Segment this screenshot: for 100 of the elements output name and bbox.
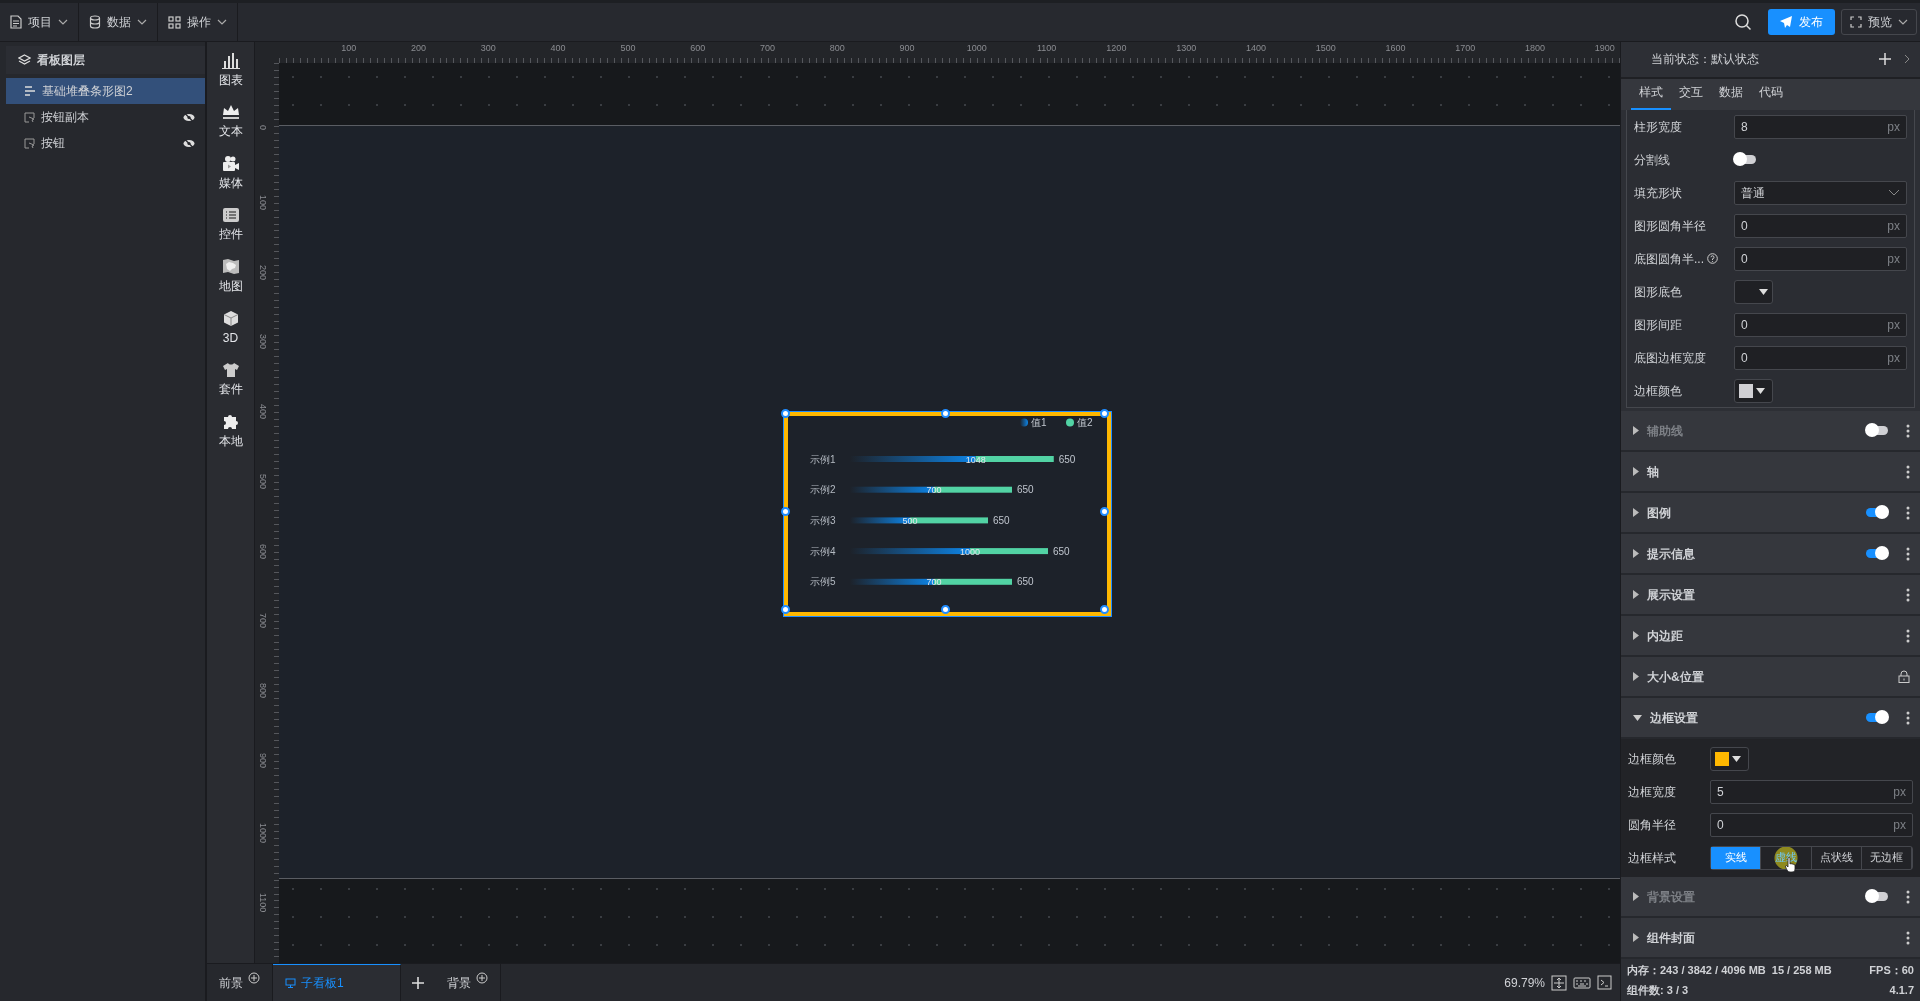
- more-icon[interactable]: [1906, 710, 1910, 725]
- inspector-tab[interactable]: 交互: [1671, 83, 1711, 110]
- layer-item[interactable]: 按钮副本: [6, 104, 205, 130]
- segment-option[interactable]: 无边框: [1861, 846, 1912, 869]
- ruler-label: 1700: [1455, 42, 1476, 55]
- toggle-switch[interactable]: [1866, 508, 1888, 517]
- category-label: 示例5: [810, 576, 836, 588]
- number-input[interactable]: 0 px: [1734, 312, 1907, 337]
- resize-handle[interactable]: [781, 409, 790, 418]
- data-menu[interactable]: 数据: [79, 3, 158, 41]
- field-label: 边框颜色: [1628, 750, 1676, 768]
- board-tab[interactable]: 子看板1: [273, 963, 401, 1001]
- keyboard-icon[interactable]: [1573, 975, 1591, 990]
- number-input[interactable]: 5 px: [1710, 779, 1913, 804]
- toggle-switch[interactable]: [1866, 713, 1888, 722]
- ruler-label: 400: [257, 404, 269, 420]
- cursor-box-icon: [24, 111, 35, 123]
- data-label: 650: [1017, 576, 1034, 588]
- chevron-right-icon[interactable]: [1904, 54, 1910, 65]
- caret-right-icon[interactable]: [1633, 590, 1639, 599]
- resize-handle[interactable]: [1100, 409, 1109, 418]
- layer-item[interactable]: 按钮: [6, 130, 205, 156]
- component-button[interactable]: 地图: [218, 258, 243, 295]
- more-icon[interactable]: [1906, 587, 1910, 602]
- select-field[interactable]: 普通: [1734, 180, 1907, 205]
- terminal-icon[interactable]: [1597, 975, 1612, 990]
- toggle-switch[interactable]: [1866, 549, 1888, 558]
- color-picker[interactable]: [1734, 378, 1773, 403]
- component-button[interactable]: 套件: [218, 362, 243, 398]
- preview-button[interactable]: 预览: [1841, 9, 1917, 35]
- fit-screen-icon[interactable]: [1551, 974, 1567, 991]
- document-icon: [10, 15, 22, 29]
- inspector-tab[interactable]: 数据: [1711, 83, 1751, 110]
- number-input[interactable]: 0 px: [1734, 213, 1907, 238]
- more-icon[interactable]: [1906, 464, 1910, 479]
- hidden-eye-icon[interactable]: [183, 112, 195, 122]
- chart-widget[interactable]: 值1 值2 示例1 1048 650 示例2 700 650 示例3 500 650 示例4 1000 650 示例5 700 650: [784, 412, 1111, 616]
- layer-item[interactable]: 基础堆叠条形图2: [6, 78, 205, 104]
- color-picker[interactable]: [1734, 279, 1773, 304]
- more-icon[interactable]: [1906, 423, 1910, 438]
- resize-handle[interactable]: [781, 507, 790, 516]
- ruler-label: 300: [480, 42, 496, 55]
- more-icon[interactable]: [1906, 546, 1910, 561]
- more-icon[interactable]: [1906, 505, 1910, 520]
- more-icon[interactable]: [1906, 930, 1910, 945]
- data-label: 500: [902, 515, 918, 526]
- component-button[interactable]: 图表: [218, 52, 243, 89]
- segment-option[interactable]: 点状线: [1811, 846, 1862, 869]
- component-button[interactable]: 控件: [218, 207, 243, 243]
- number-input[interactable]: 8 px: [1734, 114, 1907, 139]
- toggle-switch[interactable]: [1734, 155, 1756, 164]
- caret-right-icon[interactable]: [1633, 549, 1639, 558]
- add-icon[interactable]: [1878, 52, 1892, 67]
- caret-right-icon[interactable]: [1633, 631, 1639, 640]
- toggle-switch[interactable]: [1866, 892, 1888, 901]
- add-circle-icon[interactable]: [248, 971, 260, 984]
- ruler-label: 900: [257, 753, 269, 769]
- lock-icon[interactable]: [1898, 670, 1910, 683]
- component-button[interactable]: 本地: [218, 413, 243, 450]
- inspector-tab[interactable]: 代码: [1751, 83, 1791, 110]
- number-input[interactable]: 0 px: [1710, 812, 1913, 837]
- caret-right-icon[interactable]: [1633, 508, 1639, 517]
- resize-handle[interactable]: [781, 605, 790, 614]
- resize-handle[interactable]: [1100, 507, 1109, 516]
- component-button[interactable]: 媒体: [218, 155, 243, 192]
- toggle-switch[interactable]: [1866, 426, 1888, 435]
- ruler-label: 1200: [1106, 42, 1127, 55]
- color-picker[interactable]: [1710, 746, 1749, 771]
- resize-handle[interactable]: [940, 605, 950, 614]
- project-menu[interactable]: 项目: [0, 3, 79, 41]
- memory-usage: 15 / 258 MB: [1771, 963, 1832, 978]
- board-tab[interactable]: 背景: [435, 963, 501, 1001]
- add-icon[interactable]: [411, 975, 425, 990]
- ruler-label: 200: [257, 264, 269, 280]
- category-label: 示例2: [810, 484, 836, 496]
- operations-menu[interactable]: 操作: [158, 3, 238, 41]
- field-label: 边框宽度: [1628, 783, 1676, 801]
- more-icon[interactable]: [1906, 889, 1910, 904]
- data-label: 1000: [960, 546, 980, 557]
- caret-icon: [1898, 19, 1908, 25]
- help-icon[interactable]: [1707, 253, 1718, 264]
- more-icon[interactable]: [1906, 628, 1910, 643]
- add-circle-icon[interactable]: [476, 971, 488, 984]
- hidden-eye-icon[interactable]: [183, 138, 195, 148]
- caret-right-icon[interactable]: [1633, 892, 1639, 901]
- number-input[interactable]: 0 px: [1734, 345, 1907, 370]
- component-button[interactable]: 文本: [218, 104, 243, 140]
- caret-down-icon[interactable]: [1633, 714, 1642, 721]
- caret-right-icon[interactable]: [1633, 426, 1639, 435]
- caret-right-icon[interactable]: [1633, 933, 1639, 942]
- caret-right-icon[interactable]: [1633, 672, 1639, 681]
- data-label: 650: [1017, 484, 1034, 496]
- number-input[interactable]: 0 px: [1734, 246, 1907, 271]
- caret-right-icon[interactable]: [1633, 467, 1639, 476]
- cube-icon: [222, 310, 239, 327]
- search-icon[interactable]: [1734, 13, 1752, 31]
- resize-handle[interactable]: [940, 409, 950, 418]
- component-button[interactable]: 3D: [222, 310, 239, 347]
- field-label: 边框颜色: [1634, 382, 1682, 400]
- resize-handle[interactable]: [1100, 605, 1109, 614]
